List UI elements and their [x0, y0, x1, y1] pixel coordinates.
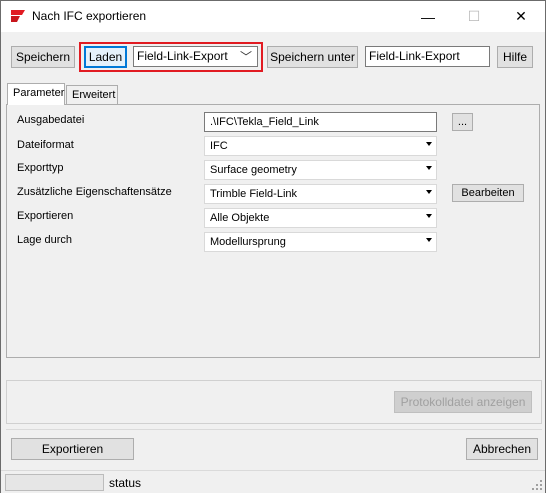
tekla-red-icon — [11, 10, 25, 22]
export-type-select[interactable]: Surface geometry — [204, 160, 437, 180]
minimize-icon: — — [421, 8, 435, 25]
load-button[interactable]: Laden — [84, 46, 127, 68]
save-as-button[interactable]: Speichern unter — [267, 46, 358, 68]
output-file-label: Ausgabedatei — [17, 114, 85, 126]
property-sets-select[interactable]: Trimble Field-Link — [204, 184, 437, 204]
close-icon: ✕ — [515, 8, 527, 24]
export-scope-select[interactable]: Alle Objekte — [204, 208, 437, 228]
browse-button[interactable]: ... — [452, 113, 473, 131]
maximize-icon: ☐ — [467, 8, 481, 24]
cancel-button[interactable]: Abbrechen — [466, 438, 538, 460]
divider — [6, 429, 542, 430]
dropdown-arrow-icon — [426, 214, 432, 218]
preset-select-value: Field-Link-Export — [137, 49, 228, 63]
dropdown-arrow-icon — [426, 238, 432, 242]
window-title: Nach IFC exportieren — [32, 9, 147, 23]
location-by-select[interactable]: Modellursprung — [204, 232, 437, 252]
export-type-value: Surface geometry — [210, 164, 297, 176]
show-log-button[interactable]: Protokolldatei anzeigen — [394, 391, 532, 413]
file-format-value: IFC — [210, 140, 228, 152]
resize-grip-icon[interactable] — [531, 479, 543, 491]
edit-property-sets-button[interactable]: Bearbeiten — [452, 184, 524, 202]
save-button[interactable]: Speichern — [11, 46, 75, 68]
progress-bar — [5, 474, 104, 491]
file-format-label: Dateiformat — [17, 139, 74, 151]
dropdown-arrow-icon — [426, 166, 432, 170]
property-sets-label: Zusätzliche Eigenschaftensätze — [17, 186, 172, 198]
dropdown-arrow-icon — [426, 142, 432, 146]
property-sets-value: Trimble Field-Link — [210, 188, 298, 200]
location-by-value: Modellursprung — [210, 236, 286, 248]
maximize-button[interactable]: ☐ — [451, 1, 497, 32]
tab-parameter[interactable]: Parameter — [7, 83, 65, 105]
close-button[interactable]: ✕ — [498, 1, 544, 32]
minimize-button[interactable]: — — [405, 1, 451, 32]
output-file-input[interactable]: .\IFC\Tekla_Field_Link — [204, 112, 437, 132]
status-text: status — [109, 476, 142, 490]
location-by-label: Lage durch — [17, 234, 73, 246]
save-as-name-input[interactable]: Field-Link-Export — [365, 46, 490, 67]
export-scope-value: Alle Objekte — [210, 212, 270, 224]
file-format-select[interactable]: IFC — [204, 136, 437, 156]
export-type-label: Exporttyp — [17, 162, 64, 174]
preset-select[interactable]: Field-Link-Export ﹀ — [133, 46, 258, 67]
chevron-down-icon: ﹀ — [239, 50, 252, 64]
tab-erweitert[interactable]: Erweitert — [66, 85, 118, 105]
dropdown-arrow-icon — [426, 190, 432, 194]
ifc-export-dialog: Nach IFC exportieren — ☐ ✕ Speichern Lad… — [0, 0, 546, 493]
status-bar: status — [1, 470, 545, 493]
help-button[interactable]: Hilfe — [497, 46, 533, 68]
export-scope-label: Exportieren — [17, 210, 74, 222]
title-bar[interactable]: Nach IFC exportieren — ☐ ✕ — [1, 1, 545, 32]
export-button[interactable]: Exportieren — [11, 438, 134, 460]
